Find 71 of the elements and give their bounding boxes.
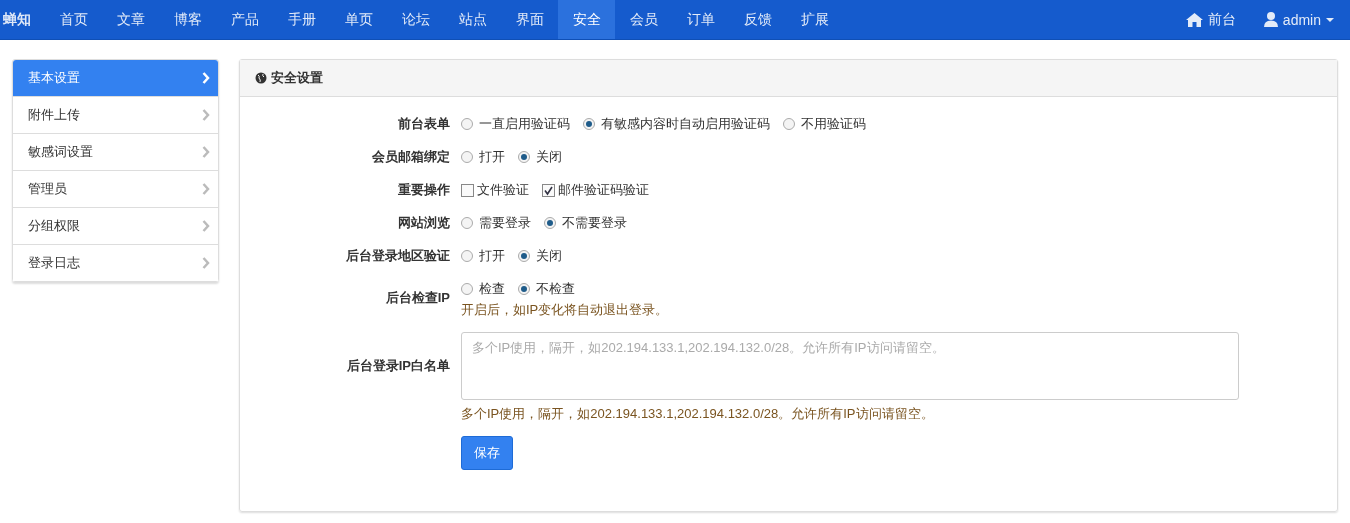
field-label: 后台登录地区验证 (346, 248, 450, 263)
radio-button[interactable] (461, 217, 473, 229)
nav-tab[interactable]: 单页 (330, 0, 387, 39)
sidebar-item[interactable]: 管理员 (13, 171, 218, 208)
option-label[interactable]: 关闭 (536, 247, 562, 265)
nav-tab[interactable]: 论坛 (387, 0, 444, 39)
option-label[interactable]: 打开 (479, 148, 505, 166)
radio-button[interactable] (461, 250, 473, 262)
checkbox[interactable] (461, 183, 474, 197)
field-label: 后台登录IP白名单 (346, 358, 450, 373)
radio-button[interactable] (518, 250, 530, 262)
radio-button[interactable] (461, 118, 473, 130)
radio-button[interactable] (544, 217, 556, 229)
sidebar-item[interactable]: 敏感词设置 (13, 134, 218, 171)
help-text: 开启后，如IP变化将自动退出登录。 (461, 301, 669, 319)
chevron-right-icon (202, 257, 210, 269)
radio-button[interactable] (461, 151, 473, 163)
sidebar-item[interactable]: 登录日志 (13, 245, 218, 281)
chevron-right-icon (202, 220, 210, 232)
option-label[interactable]: 打开 (479, 247, 505, 265)
frontend-link[interactable]: 前台 (1207, 10, 1236, 29)
nav-tab[interactable]: 首页 (45, 0, 102, 39)
help-text: 多个IP使用，隔开，如202.194.133.1,202.194.132.0/28。允许所有IP访问请留空。 (461, 406, 934, 421)
chevron-right-icon (202, 183, 210, 195)
radio-button[interactable] (518, 283, 530, 295)
caret-icon[interactable] (1326, 17, 1334, 22)
field-label: 后台检查IP (385, 290, 450, 305)
nav-tab[interactable]: 安全 (558, 0, 615, 39)
option-label[interactable]: 一直启用验证码 (479, 115, 570, 133)
nav-tab[interactable]: 博客 (159, 0, 216, 39)
nav-tab[interactable]: 反馈 (729, 0, 786, 39)
option-label[interactable]: 不检查 (536, 280, 575, 298)
option-label[interactable]: 关闭 (536, 148, 562, 166)
checkbox[interactable] (542, 183, 555, 197)
brand-logo[interactable]: 蝉知 (0, 0, 45, 39)
nav-tab[interactable]: 界面 (501, 0, 558, 39)
option-label[interactable]: 不需要登录 (562, 214, 627, 232)
nav-tab[interactable]: 订单 (672, 0, 729, 39)
nav-tab[interactable]: 产品 (216, 0, 273, 39)
nav-tab[interactable]: 文章 (102, 0, 159, 39)
sidebar-item[interactable]: 基本设置 (13, 60, 218, 97)
radio-button[interactable] (783, 118, 795, 130)
radio-button[interactable] (583, 118, 595, 130)
field-label: 重要操作 (398, 182, 450, 197)
nav-tab[interactable]: 会员 (615, 0, 672, 39)
nav-tab[interactable]: 扩展 (786, 0, 843, 39)
panel-title: 安全设置 (271, 69, 323, 87)
field-label: 网站浏览 (398, 215, 450, 230)
option-label[interactable]: 需要登录 (479, 214, 531, 232)
save-button[interactable]: 保存 (461, 436, 513, 470)
radio-button[interactable] (461, 283, 473, 295)
option-label[interactable]: 邮件验证码验证 (558, 181, 649, 199)
chevron-right-icon (202, 109, 210, 121)
globe-icon (255, 72, 267, 84)
user-menu[interactable]: admin (1282, 11, 1321, 28)
sidebar-item[interactable]: 分组权限 (13, 208, 218, 245)
radio-button[interactable] (518, 151, 530, 163)
field-label: 前台表单 (398, 116, 450, 131)
field-label: 会员邮箱绑定 (372, 149, 450, 164)
option-label[interactable]: 不用验证码 (801, 115, 866, 133)
option-label[interactable]: 检查 (479, 280, 505, 298)
chevron-right-icon (202, 146, 210, 158)
nav-tab[interactable]: 手册 (273, 0, 330, 39)
ip-whitelist-field[interactable]: 多个IP使用，隔开，如202.194.133.1,202.194.132.0/28。允许所有IP访问请留空。 (461, 332, 1239, 400)
option-label[interactable]: 文件验证 (477, 181, 529, 199)
sidebar-item[interactable]: 附件上传 (13, 97, 218, 134)
user-icon[interactable] (1263, 12, 1278, 27)
option-label[interactable]: 有敏感内容时自动启用验证码 (601, 115, 770, 133)
home-icon[interactable] (1185, 12, 1203, 27)
chevron-right-icon (202, 72, 210, 84)
nav-tab[interactable]: 站点 (444, 0, 501, 39)
